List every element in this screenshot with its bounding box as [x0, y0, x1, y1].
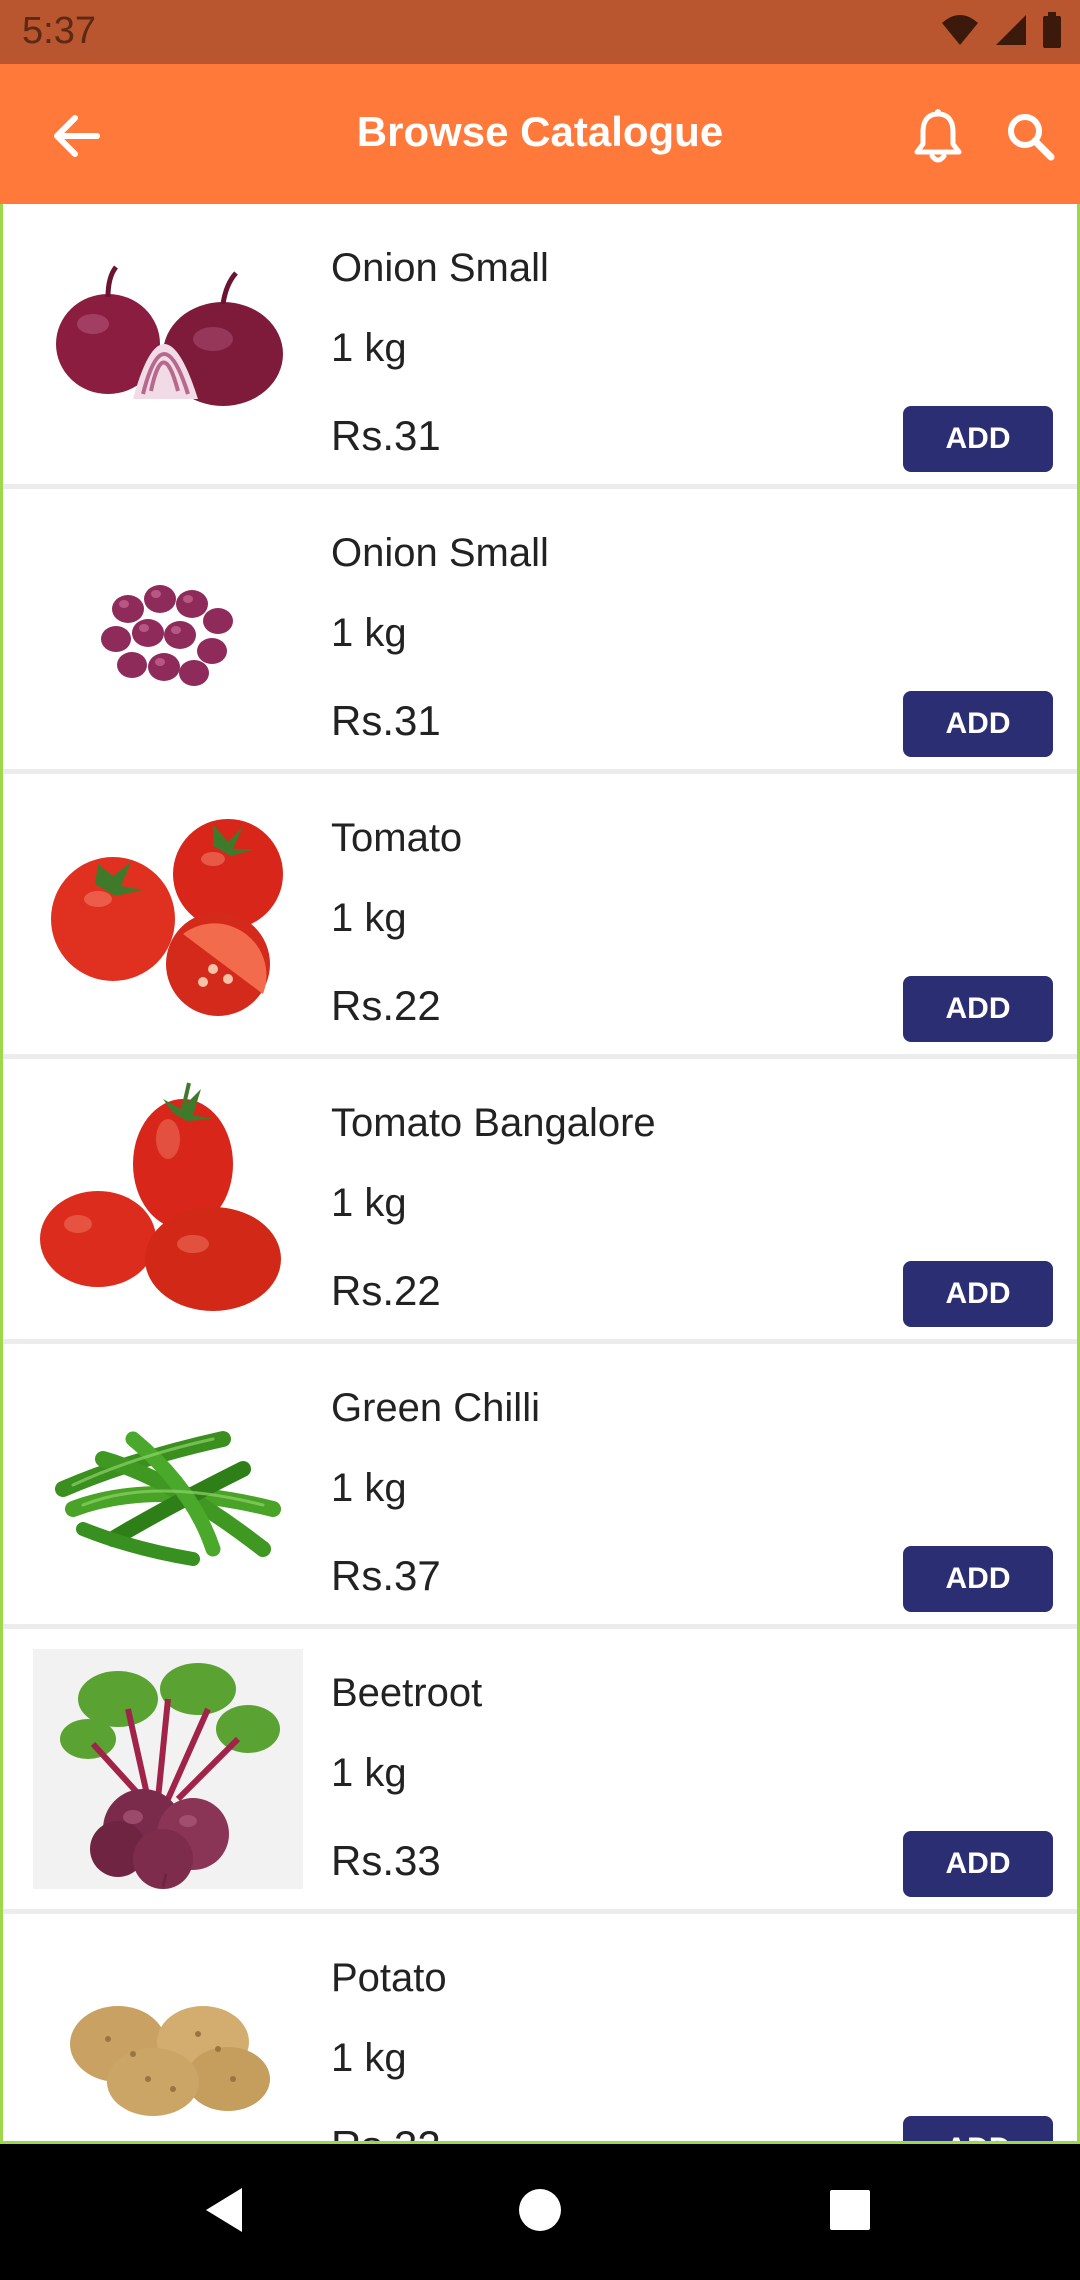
- notifications-button[interactable]: [902, 102, 974, 174]
- product-price: Rs.22: [331, 1267, 441, 1314]
- red-onion-image: [33, 224, 303, 464]
- product-price: Rs.33: [331, 1837, 441, 1884]
- status-bar: 5:37: [0, 0, 1080, 64]
- potato-image: [33, 1934, 303, 2141]
- nav-recents-button[interactable]: [818, 2180, 882, 2244]
- product-name: Tomato: [331, 816, 463, 860]
- product-unit: 1 kg: [331, 1751, 407, 1795]
- roma-tomato-image: [33, 1079, 303, 1319]
- shallots-image: [33, 509, 303, 749]
- product-price: Rs.37: [331, 1552, 441, 1599]
- beetroot-image: [33, 1649, 303, 1889]
- product-card[interactable]: Tomato Bangalore 1 kg Rs.22 ADD: [3, 1059, 1077, 1339]
- add-button[interactable]: ADD: [903, 1831, 1053, 1897]
- add-button[interactable]: ADD: [903, 406, 1053, 472]
- recents-square-icon: [828, 2188, 872, 2237]
- status-time: 5:37: [22, 10, 96, 52]
- product-price: Rs.31: [331, 697, 441, 744]
- nav-home-button[interactable]: [508, 2180, 572, 2244]
- system-nav-bar: [0, 2144, 1080, 2280]
- bell-icon: [913, 108, 963, 169]
- product-card[interactable]: Tomato 1 kg Rs.22 ADD: [3, 774, 1077, 1054]
- product-card[interactable]: Onion Small 1 kg Rs.31 ADD: [3, 204, 1077, 484]
- product-list[interactable]: Onion Small 1 kg Rs.31 ADD Onion Small 1…: [0, 204, 1080, 2144]
- arrow-left-icon: [51, 114, 101, 163]
- product-card[interactable]: Green Chilli 1 kg Rs.37 ADD: [3, 1344, 1077, 1624]
- add-button[interactable]: ADD: [903, 691, 1053, 757]
- add-button[interactable]: ADD: [903, 1546, 1053, 1612]
- product-unit: 1 kg: [331, 611, 407, 655]
- nav-back-button[interactable]: [192, 2180, 256, 2244]
- add-button[interactable]: ADD: [903, 2116, 1053, 2141]
- product-card[interactable]: Potato 1 kg Rs.32 ADD: [3, 1914, 1077, 2141]
- search-button[interactable]: [994, 102, 1066, 174]
- search-icon: [1005, 111, 1055, 166]
- product-unit: 1 kg: [331, 326, 407, 370]
- product-name: Potato: [331, 1956, 447, 2000]
- product-unit: 1 kg: [331, 1181, 407, 1225]
- product-name: Green Chilli: [331, 1386, 540, 1430]
- back-triangle-icon: [202, 2186, 246, 2239]
- product-name: Tomato Bangalore: [331, 1101, 656, 1145]
- add-button[interactable]: ADD: [903, 1261, 1053, 1327]
- wifi-icon: [940, 13, 980, 52]
- add-button[interactable]: ADD: [903, 976, 1053, 1042]
- tomato-image: [33, 794, 303, 1034]
- app-bar: Browse Catalogue: [0, 64, 1080, 204]
- product-card[interactable]: Onion Small 1 kg Rs.31 ADD: [3, 489, 1077, 769]
- product-price: Rs.32: [331, 2122, 441, 2141]
- product-unit: 1 kg: [331, 1466, 407, 1510]
- product-unit: 1 kg: [331, 896, 407, 940]
- product-card[interactable]: Beetroot 1 kg Rs.33 ADD: [3, 1629, 1077, 1909]
- product-name: Beetroot: [331, 1671, 483, 1715]
- status-icons: [940, 12, 1062, 53]
- cell-signal-icon: [994, 13, 1028, 52]
- screen: 5:37 Browse Catalogue Onion Small 1 kg R…: [0, 0, 1080, 2280]
- product-name: Onion Small: [331, 531, 549, 575]
- battery-icon: [1042, 12, 1062, 53]
- back-button[interactable]: [40, 102, 112, 174]
- product-price: Rs.31: [331, 412, 441, 459]
- green-chilli-image: [33, 1364, 303, 1604]
- home-circle-icon: [517, 2187, 563, 2238]
- product-name: Onion Small: [331, 246, 549, 290]
- product-price: Rs.22: [331, 982, 441, 1029]
- product-unit: 1 kg: [331, 2036, 407, 2080]
